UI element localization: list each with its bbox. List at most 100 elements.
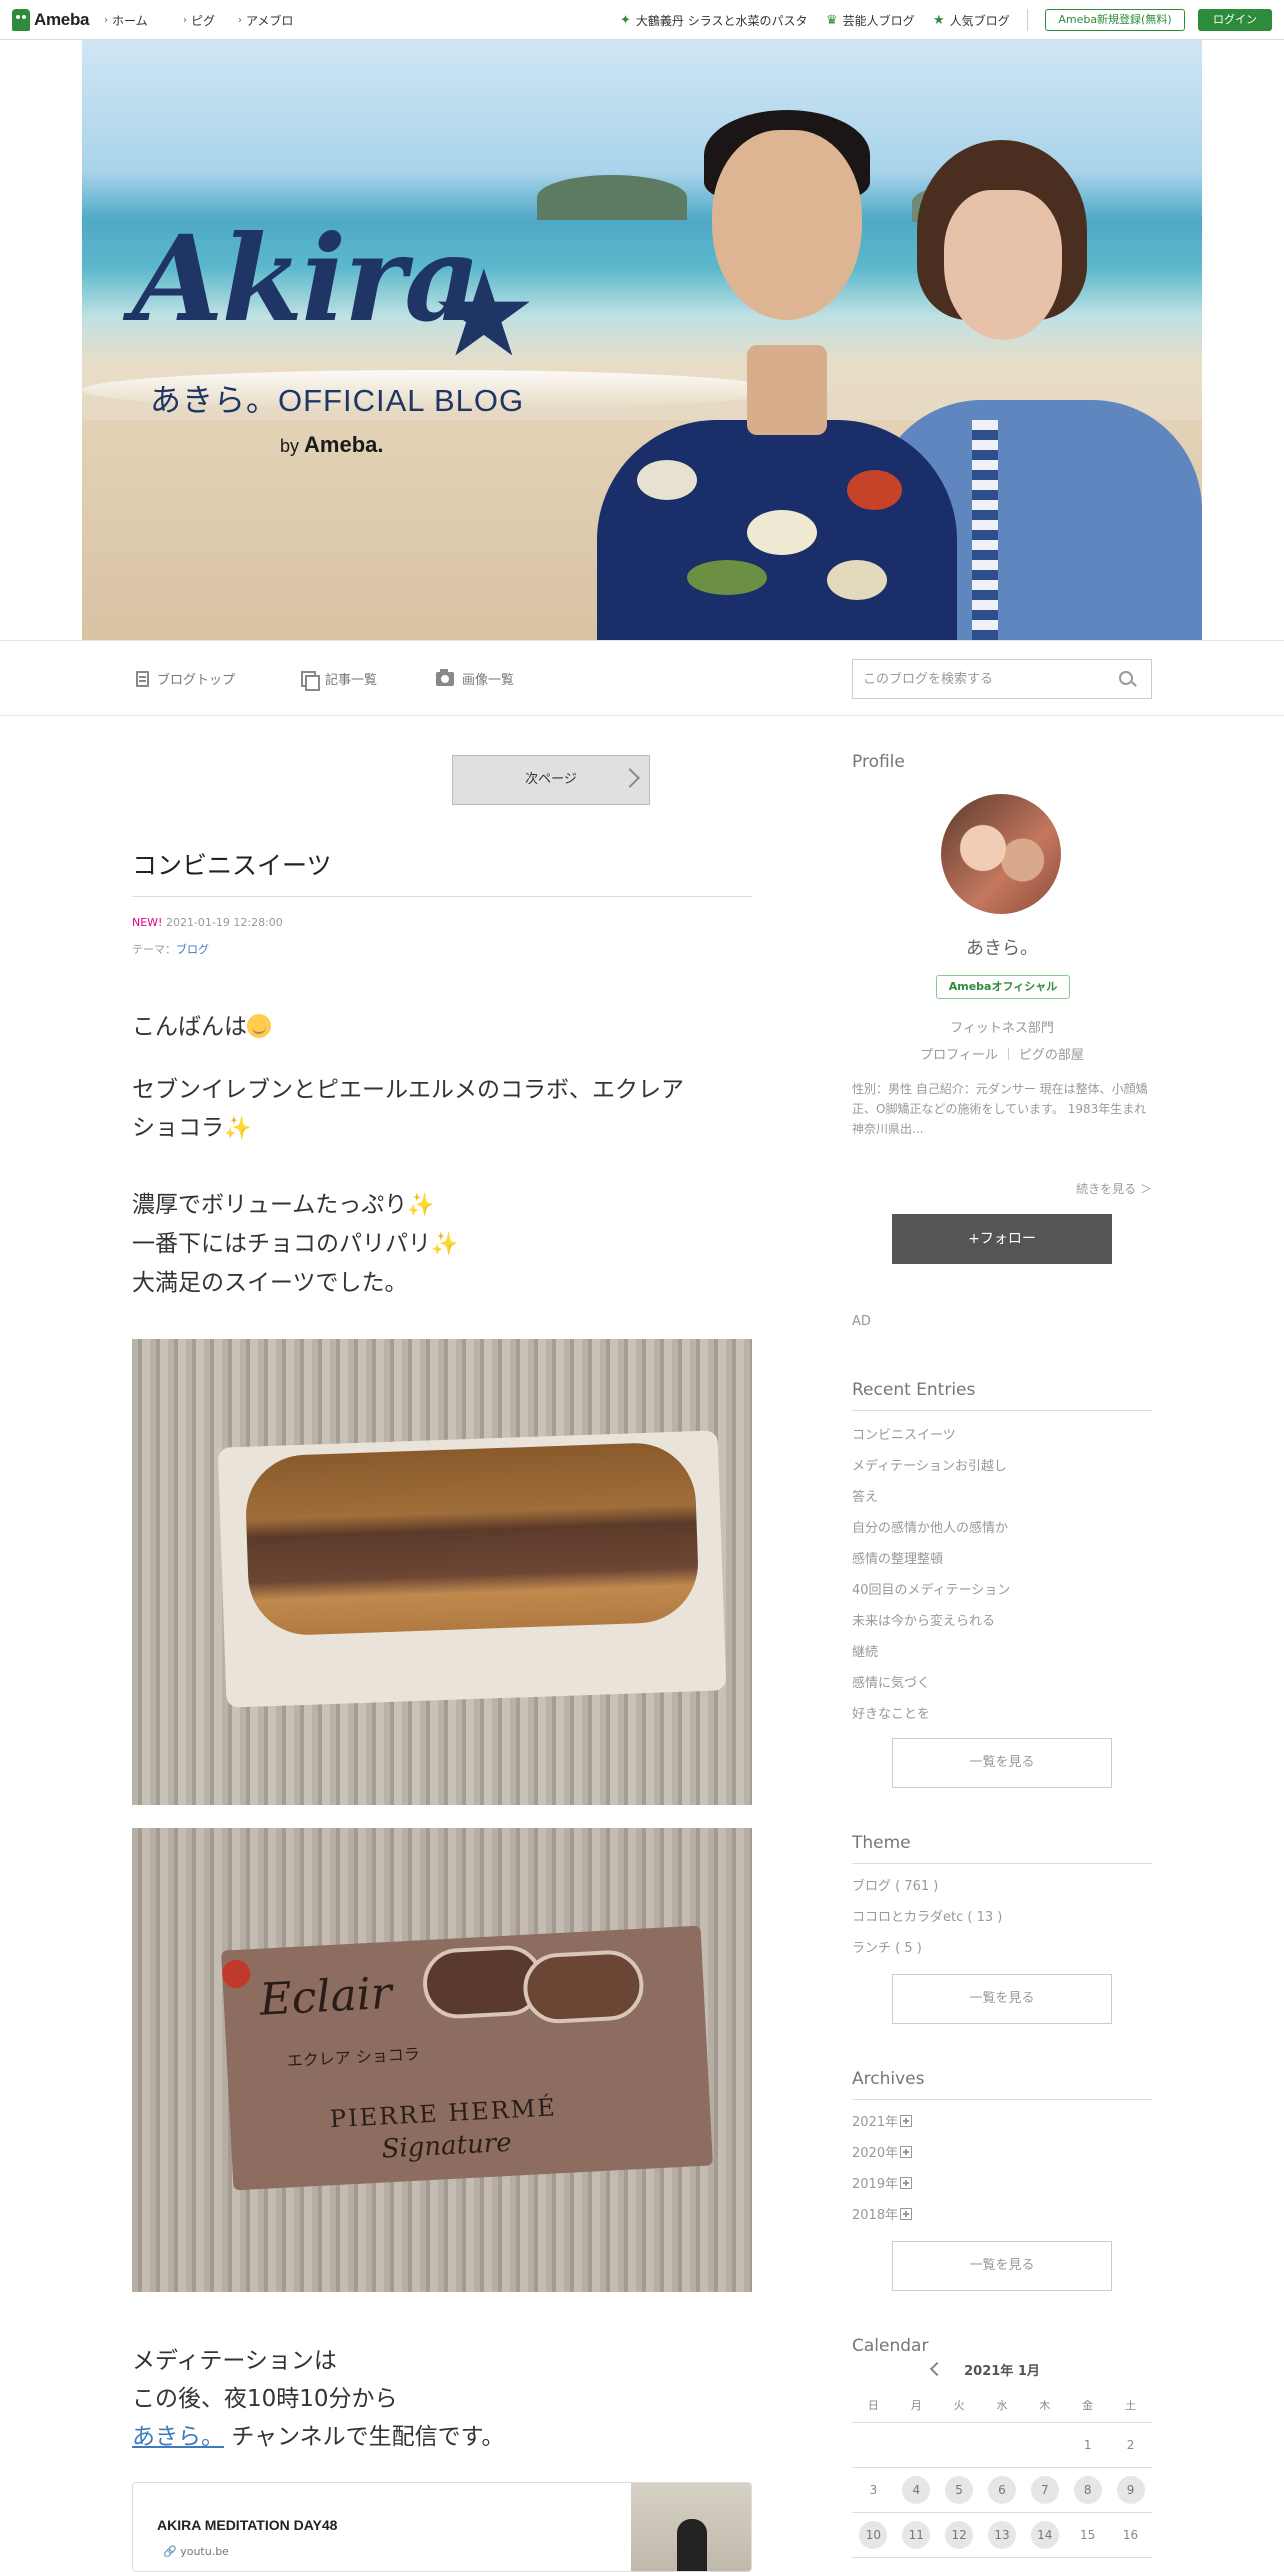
- calendar-day-link[interactable]: 6: [987, 2475, 1016, 2504]
- recent-entry[interactable]: コンビニスイーツ: [852, 1420, 1152, 1451]
- divider: [1027, 9, 1028, 31]
- profile-link[interactable]: プロフィール: [920, 1048, 998, 1063]
- nav-home[interactable]: › ホーム: [104, 12, 148, 29]
- article-title[interactable]: コンビニスイーツ: [132, 846, 332, 882]
- read-more-link[interactable]: 続きを見る ＞: [1076, 1180, 1152, 1197]
- paragraph-text: メディテーションは: [132, 2348, 337, 2374]
- paragraph-text: セブンイレブンとピエールエルメのコラボ、エクレア: [132, 1077, 684, 1103]
- calendar-cell: 10: [852, 2512, 895, 2558]
- recent-entries-heading: Recent Entries: [852, 1380, 976, 1400]
- youtube-link-card[interactable]: AKIRA MEDITATION DAY48 🔗 youtu.be: [132, 2482, 752, 2572]
- archive-item[interactable]: 2021年: [852, 2107, 1152, 2138]
- calendar-day-link[interactable]: 9: [1116, 2475, 1145, 2504]
- ameba-mascot-icon: [12, 9, 30, 31]
- images-label: 画像一覧: [462, 673, 515, 688]
- celeb-blog-label: 芸能人ブログ: [842, 14, 915, 28]
- calendar-day-link[interactable]: 5: [945, 2475, 974, 2504]
- next-page-button[interactable]: 次ページ: [452, 755, 650, 805]
- archive-item[interactable]: 2019年: [852, 2169, 1152, 2200]
- shirt-leaf: [687, 560, 767, 595]
- nav-home-label: ホーム: [112, 14, 148, 28]
- paragraph-text: 一番下にはチョコのパリパリ: [132, 1231, 431, 1257]
- package-photo[interactable]: Eclair エクレア ショコラ PIERRE HERMÉ Signature: [132, 1828, 752, 2292]
- search-icon[interactable]: [1119, 671, 1133, 685]
- ameba-logo[interactable]: Ameba: [12, 8, 89, 32]
- theme-link[interactable]: ブログ: [176, 943, 209, 956]
- archive-year: 2018年: [852, 2208, 899, 2223]
- expand-icon[interactable]: [900, 2208, 913, 2220]
- follow-button[interactable]: +フォロー: [892, 1214, 1112, 1264]
- recent-entry[interactable]: 未来は今から変えられる: [852, 1606, 1152, 1637]
- theme-heading: Theme: [852, 1833, 911, 1853]
- calendar-day-link[interactable]: 14: [1030, 2520, 1059, 2549]
- archive-item[interactable]: 2018年: [852, 2200, 1152, 2231]
- avatar[interactable]: [941, 794, 1061, 914]
- calendar-day-link[interactable]: 8: [1073, 2475, 1102, 2504]
- nav-ameblo[interactable]: › アメブロ: [238, 12, 293, 29]
- recent-entry[interactable]: 答え: [852, 1482, 1152, 1513]
- see-all-archives-button[interactable]: 一覧を見る: [892, 2241, 1112, 2291]
- paragraph: メディテーションは この後、夜10時10分から あきら。 チャンネルで生配信です…: [132, 2342, 504, 2456]
- calendar-day: 3: [869, 2482, 878, 2497]
- expand-icon[interactable]: [900, 2177, 913, 2189]
- promo-link[interactable]: ✦ 大鶴義丹 シラスと水菜のパスタ: [620, 12, 807, 29]
- theme-item[interactable]: ランチ ( 5 ): [852, 1933, 1152, 1964]
- register-button[interactable]: Ameba新規登録(無料): [1045, 9, 1185, 31]
- paragraph-text: 濃厚でボリュームたっぷり: [132, 1192, 408, 1218]
- profile-name[interactable]: あきら。: [852, 934, 1152, 960]
- calendar-cell: 1: [1066, 2422, 1110, 2468]
- archive-item[interactable]: 2020年: [852, 2138, 1152, 2169]
- archive-list: 2021年 2020年 2019年 2018年: [852, 2107, 1152, 2231]
- popular-blog-link[interactable]: ★ 人気ブログ: [933, 12, 1010, 29]
- crown-icon: ♛: [826, 13, 838, 28]
- calendar-day-link[interactable]: 7: [1030, 2475, 1059, 2504]
- calendar-day-link[interactable]: 4: [902, 2475, 931, 2504]
- entries-link[interactable]: 記事一覧: [301, 669, 377, 691]
- calendar-cell: 14: [1023, 2512, 1067, 2558]
- celeb-blog-link[interactable]: ♛ 芸能人ブログ: [826, 12, 915, 29]
- theme-item[interactable]: ブログ ( 761 ): [852, 1871, 1152, 1902]
- calendar-cell: 9: [1109, 2467, 1152, 2513]
- recent-entry[interactable]: 自分の感情か他人の感情か: [852, 1513, 1152, 1544]
- calendar-day-link[interactable]: 10: [859, 2520, 888, 2549]
- expand-icon[interactable]: [900, 2146, 913, 2158]
- weekday-label: 日: [852, 2388, 895, 2423]
- recent-entry[interactable]: メディテーションお引越し: [852, 1451, 1152, 1482]
- blog-top-link[interactable]: ブログトップ: [136, 669, 235, 688]
- recent-entry[interactable]: 好きなことを: [852, 1699, 1152, 1730]
- profile-heading: Profile: [852, 752, 905, 772]
- see-all-entries-button[interactable]: 一覧を見る: [892, 1738, 1112, 1788]
- eclair-photo[interactable]: [132, 1339, 752, 1805]
- eclair-image: [521, 1948, 646, 2025]
- shirt-flower: [747, 510, 817, 555]
- archive-year: 2019年: [852, 2177, 899, 2192]
- profile-category[interactable]: フィットネス部門: [852, 1017, 1152, 1036]
- theme-list: ブログ ( 761 ) ココロとカラダetc ( 13 ) ランチ ( 5 ): [852, 1871, 1152, 1964]
- weekday-label: 金: [1066, 2388, 1110, 2423]
- pigg-room-link[interactable]: ピグの部屋: [1019, 1048, 1084, 1063]
- ameba-logo-text: Ameba: [34, 10, 90, 29]
- paragraph-text: チャンネルで生配信です。: [231, 2424, 505, 2450]
- login-button[interactable]: ログイン: [1198, 9, 1272, 31]
- images-link[interactable]: 画像一覧: [436, 668, 515, 688]
- calendar-day-link[interactable]: 13: [987, 2520, 1016, 2549]
- nav-pigg[interactable]: › ピグ: [183, 12, 215, 29]
- calendar-cell: 12: [937, 2512, 981, 2558]
- calendar-day-link[interactable]: 11: [902, 2520, 931, 2549]
- calendar-cell: 16: [1109, 2512, 1152, 2558]
- see-all-themes-button[interactable]: 一覧を見る: [892, 1974, 1112, 2024]
- channel-link[interactable]: あきら。: [132, 2424, 224, 2450]
- recent-entry[interactable]: 継続: [852, 1637, 1152, 1668]
- calendar-day-link[interactable]: 12: [945, 2520, 974, 2549]
- recent-entry[interactable]: 40回目のメディテーション: [852, 1575, 1152, 1606]
- recent-entry[interactable]: 感情に気づく: [852, 1668, 1152, 1699]
- theme-item[interactable]: ココロとカラダetc ( 13 ): [852, 1902, 1152, 1933]
- expand-icon[interactable]: [900, 2115, 913, 2127]
- blog-header-banner[interactable]: Akira ★ あきら。OFFICIAL BLOG by Ameba.: [82, 40, 1202, 640]
- banner-title: Akira: [132, 209, 481, 348]
- calendar-cell: 11: [894, 2512, 938, 2558]
- recent-entry[interactable]: 感情の整理整頓: [852, 1544, 1152, 1575]
- calendar-week: 10 11 12 13 14 15 16: [852, 2512, 1152, 2558]
- calendar-day: 16: [1122, 2527, 1139, 2542]
- search-input[interactable]: [853, 660, 1113, 698]
